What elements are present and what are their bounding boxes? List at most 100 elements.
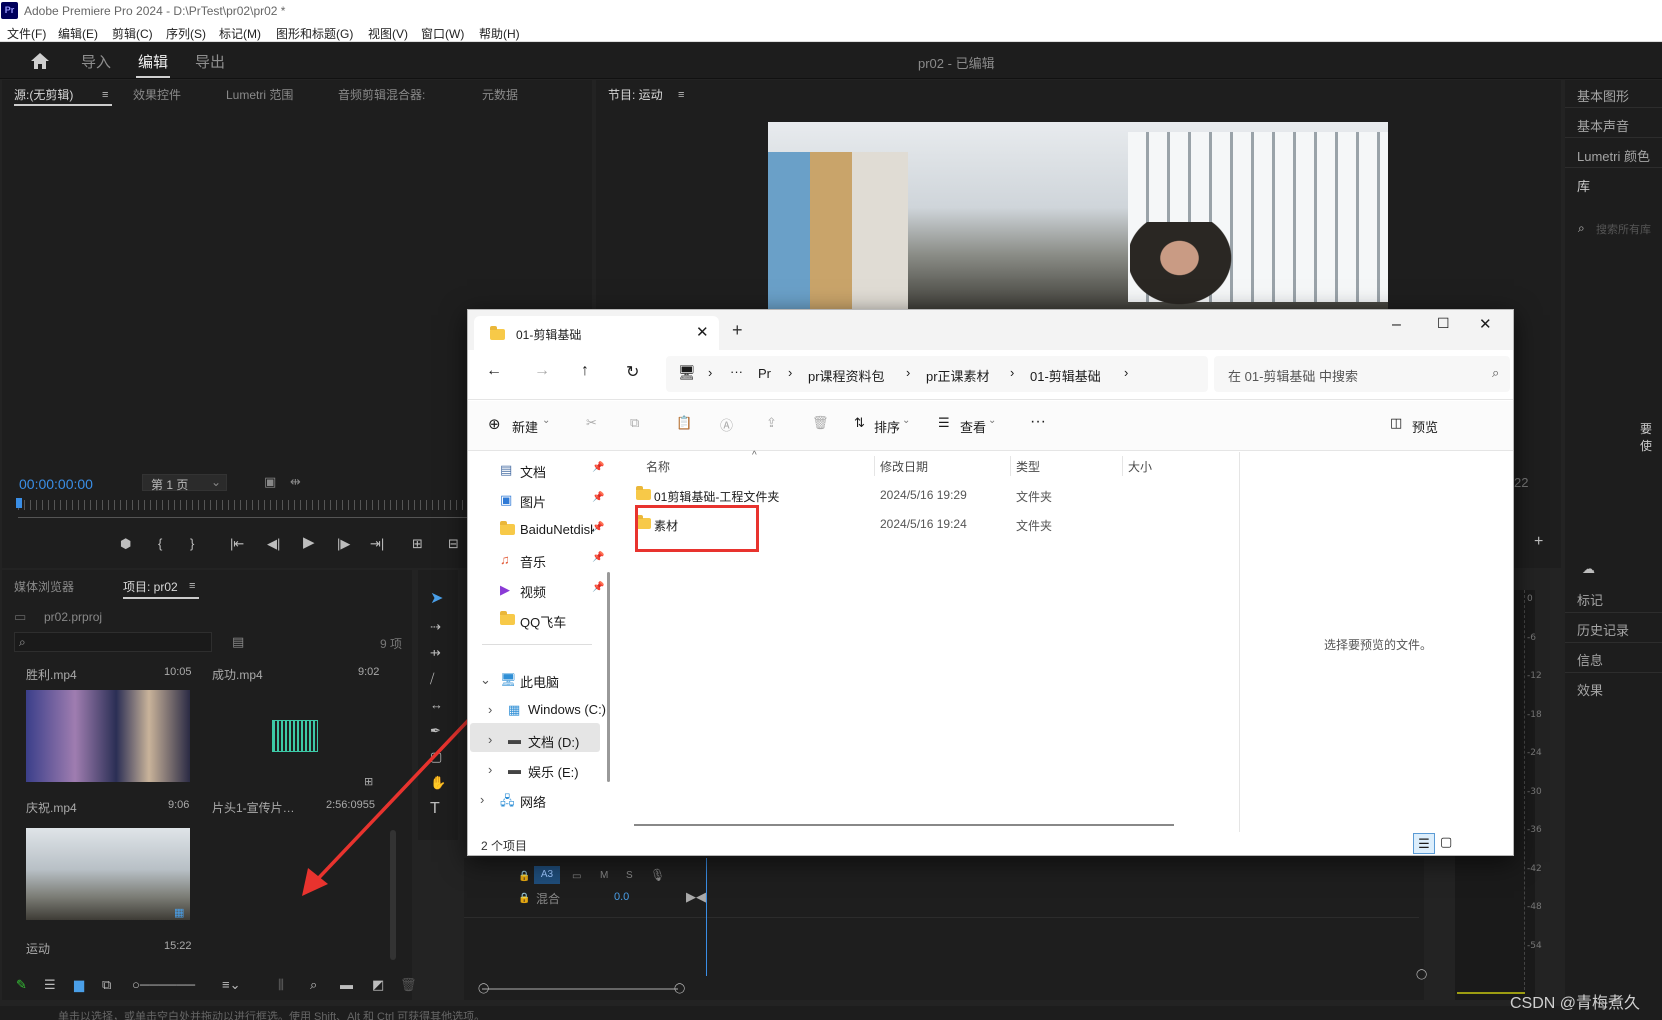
column-size[interactable]: 大小	[1128, 458, 1152, 475]
source-timecode[interactable]: 00:00:00:00	[19, 476, 93, 492]
nav-pictures[interactable]: 图片	[520, 492, 546, 511]
preview-pane-icon[interactable]: ◫	[1390, 415, 1402, 431]
details-view-icon[interactable]: ☰	[1413, 833, 1435, 854]
maximize-icon[interactable]: ☐	[1437, 315, 1450, 332]
tab-media-browser[interactable]: 媒体浏览器	[14, 578, 74, 595]
new-item-icon[interactable]: ◩	[372, 978, 384, 992]
timeline-playhead[interactable]	[706, 858, 707, 976]
menu-view[interactable]: 视图(V)	[368, 25, 408, 42]
chevron-right-icon[interactable]: ›	[480, 792, 484, 807]
new-icon[interactable]: ⊕	[488, 415, 501, 433]
up-icon[interactable]: ↑	[581, 362, 589, 380]
menu-help[interactable]: 帮助(H)	[479, 25, 520, 42]
horizontal-scrollbar[interactable]	[482, 988, 678, 990]
panel-libraries[interactable]: 库	[1577, 176, 1590, 195]
close-window-icon[interactable]: ✕	[1479, 315, 1492, 333]
column-type[interactable]: 类型	[1016, 458, 1040, 475]
tab-audio-clip-mixer[interactable]: 音频剪辑混合器:	[338, 86, 425, 103]
export-frame-icon[interactable]: ▣	[264, 475, 276, 489]
chevron-right-icon[interactable]: ›	[488, 702, 492, 717]
close-tab-icon[interactable]: ✕	[696, 323, 709, 341]
clip-thumbnail[interactable]	[26, 690, 190, 782]
panel-markers[interactable]: 标记	[1577, 590, 1603, 609]
playhead-marker[interactable]	[16, 498, 22, 508]
column-date[interactable]: 修改日期	[880, 458, 928, 475]
panel-essential-graphics[interactable]: 基本图形	[1577, 86, 1629, 105]
tab-project[interactable]: 项目: pr02	[123, 578, 178, 595]
zoom-scrollbar[interactable]	[18, 517, 468, 518]
nav-this-pc[interactable]: 此电脑	[520, 672, 559, 691]
panel-info[interactable]: 信息	[1577, 650, 1603, 669]
panel-history[interactable]: 历史记录	[1577, 620, 1629, 639]
copy-icon[interactable]: ⧉	[630, 415, 639, 431]
nav-drive-e[interactable]: 娱乐 (E:)	[528, 762, 579, 781]
tab-effect-controls[interactable]: 效果控件	[133, 86, 181, 103]
new-button[interactable]: 新建	[512, 417, 538, 436]
panel-menu-icon[interactable]: ≡	[189, 579, 195, 593]
scroll-handle[interactable]: ◯	[674, 982, 685, 996]
tab-edit[interactable]: 编辑	[138, 51, 168, 72]
menu-sequence[interactable]: 序列(S)	[166, 25, 206, 42]
tab-export[interactable]: 导出	[195, 51, 225, 72]
new-bin-icon[interactable]: ▤	[232, 635, 244, 649]
chevron-right-icon[interactable]: ›	[488, 732, 492, 747]
more-options-icon[interactable]: ···	[1030, 413, 1046, 431]
more-icon[interactable]: ···	[730, 364, 743, 379]
project-search-input[interactable]: ⌕	[14, 632, 212, 652]
scroll-handle[interactable]: ◯	[1416, 968, 1427, 982]
zoom-slider-icon[interactable]: ○──────	[132, 978, 195, 992]
panel-lumetri-color[interactable]: Lumetri 颜色	[1577, 146, 1650, 165]
tab-source[interactable]: 源:(无剪辑)	[14, 86, 73, 103]
find-icon[interactable]: ⌕	[310, 978, 317, 992]
nav-drive-d[interactable]: 文档 (D:)	[528, 732, 579, 751]
microphone-icon[interactable]: 🎙	[650, 868, 665, 882]
address-bar[interactable]: 🖥 › ··· Pr › pr课程资料包 › pr正课素材 › 01-剪辑基础 …	[666, 356, 1208, 392]
minimize-icon[interactable]: –	[1392, 316, 1401, 334]
forward-icon[interactable]: →	[534, 362, 550, 380]
tiles-view-icon[interactable]: ▢	[1440, 834, 1452, 850]
go-to-end-icon[interactable]: ▶◀	[686, 890, 706, 904]
program-title[interactable]: 节目: 运动	[608, 86, 663, 103]
freeform-view-icon[interactable]: ⧉	[102, 978, 111, 992]
rename-icon[interactable]: Ⓐ	[720, 415, 733, 434]
panel-effects[interactable]: 效果	[1577, 680, 1603, 699]
preview-button[interactable]: 预览	[1412, 417, 1438, 436]
panel-menu-icon[interactable]: ≡	[102, 88, 108, 102]
explorer-search-input[interactable]: 在 01-剪辑基础 中搜索 ⌕	[1214, 356, 1510, 392]
go-to-in-icon[interactable]: |⇤	[230, 537, 244, 551]
share-icon[interactable]: ⇪	[766, 415, 777, 431]
panel-menu-icon[interactable]: ≡	[678, 88, 684, 102]
paste-icon[interactable]: 📋	[676, 415, 692, 431]
horizontal-scrollbar[interactable]	[634, 824, 1174, 826]
step-back-icon[interactable]: ◀|	[267, 537, 280, 551]
new-tab-icon[interactable]: +	[732, 320, 743, 341]
menu-file[interactable]: 文件(F)	[7, 25, 46, 42]
add-button-icon[interactable]: +	[1534, 534, 1543, 550]
back-icon[interactable]: ←	[486, 362, 502, 380]
column-name[interactable]: 名称	[646, 458, 670, 475]
chevron-down-icon[interactable]: ⌄	[480, 672, 491, 688]
menu-edit[interactable]: 编辑(E)	[58, 25, 98, 42]
nav-scrollbar[interactable]	[607, 572, 610, 782]
nav-videos[interactable]: 视频	[520, 582, 546, 601]
file-row[interactable]: 01剪辑基础-工程文件夹 2024/5/16 19:29 文件夹	[628, 480, 1193, 508]
refresh-icon[interactable]: ↻	[626, 362, 639, 382]
cloud-sync-icon[interactable]: ☁	[1582, 562, 1595, 576]
mark-in-icon[interactable]: {	[158, 537, 162, 551]
new-folder-icon[interactable]: ▬	[340, 978, 353, 992]
trash-icon[interactable]: 🗑	[400, 978, 417, 992]
explorer-tab[interactable]: 01-剪辑基础 ✕	[474, 316, 719, 350]
breadcrumb-basic-edit[interactable]: 01-剪辑基础	[1030, 366, 1101, 385]
nav-documents[interactable]: 文档	[520, 462, 546, 481]
nav-qq-speed[interactable]: QQ飞车	[520, 612, 566, 631]
pencil-icon[interactable]: ✎	[16, 978, 27, 992]
settings-icon[interactable]: ⇹	[290, 475, 301, 489]
menu-window[interactable]: 窗口(W)	[421, 25, 464, 42]
delete-icon[interactable]: 🗑	[812, 415, 829, 431]
sort-icon[interactable]: ⇅	[854, 415, 865, 431]
nav-baidunetdisk[interactable]: BaiduNetdisk	[520, 522, 594, 537]
menu-clip[interactable]: 剪辑(C)	[112, 25, 153, 42]
chevron-right-icon[interactable]: ›	[488, 762, 492, 777]
sort-icon[interactable]: ≡⌄	[222, 978, 240, 992]
scroll-handle[interactable]: ◯	[478, 982, 489, 996]
